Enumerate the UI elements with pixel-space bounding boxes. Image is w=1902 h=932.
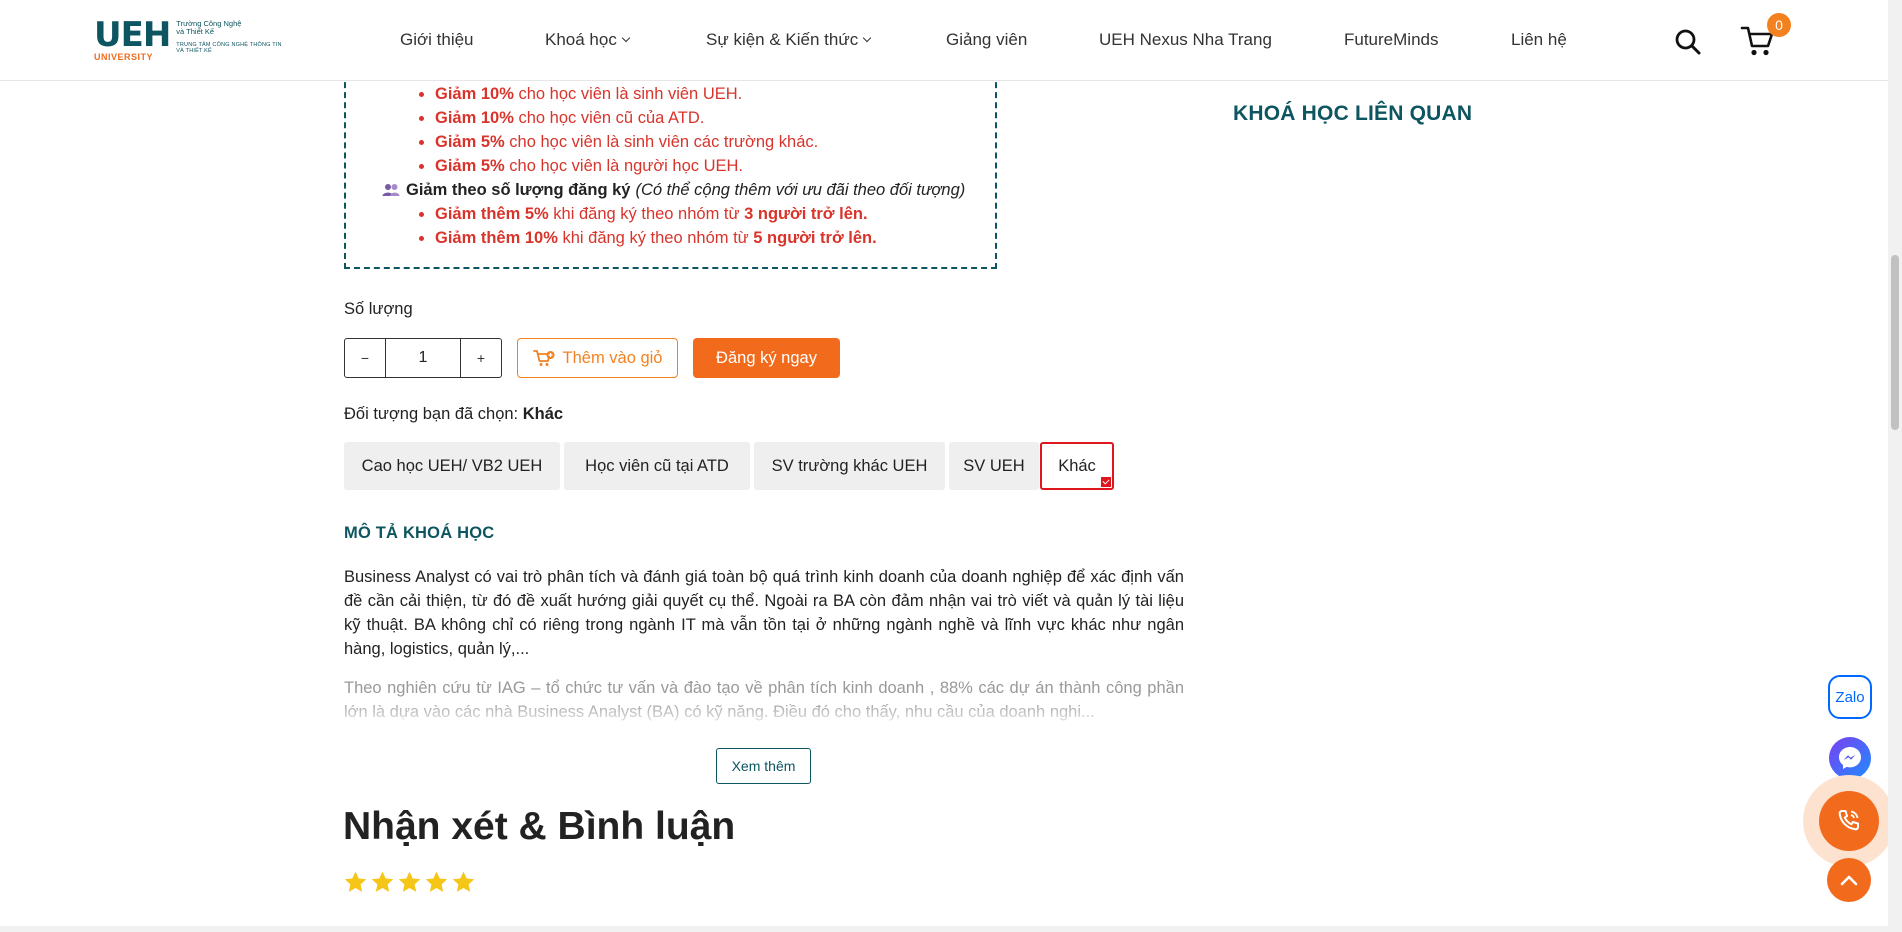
nav-label: Khoá học — [545, 30, 617, 49]
audience-option[interactable]: SV UEH — [949, 442, 1039, 490]
add-to-cart-button[interactable]: Thêm vào giỏ — [517, 338, 678, 378]
star-icon[interactable] — [370, 870, 395, 895]
phone-icon[interactable] — [1819, 791, 1879, 851]
description-title: MÔ TẢ KHOÁ HỌC — [344, 524, 495, 542]
promo-item: Giảm 10% cho học viên cũ của ATD. — [435, 106, 995, 130]
vertical-scrollbar[interactable] — [1888, 0, 1902, 932]
zalo-chat-button[interactable]: Zalo — [1828, 675, 1872, 719]
nav-label: Sự kiện & Kiến thức — [706, 30, 859, 49]
search-icon[interactable] — [1674, 28, 1702, 56]
promo-item-bold: Giảm 5% — [435, 133, 505, 151]
nav-label: FutureMinds — [1344, 30, 1439, 49]
nav-label: Giới thiệu — [400, 30, 474, 49]
quantity-stepper: − 1 + — [344, 338, 502, 378]
promo-item-bold: 3 người trở lên. — [744, 205, 868, 223]
promo-item: Giảm 5% cho học viên là sinh viên các tr… — [435, 130, 995, 154]
nav-item-giang-vien[interactable]: Giảng viên — [946, 30, 1027, 50]
chevron-down-icon — [621, 33, 631, 43]
see-more-button[interactable]: Xem thêm — [716, 748, 811, 784]
promo-item-bold: Giảm 5% — [435, 157, 505, 175]
promo-item-text: khi đăng ký theo nhóm từ — [548, 205, 745, 223]
logo-main-text: UEH — [94, 15, 171, 55]
selected-audience-value: Khác — [522, 405, 564, 423]
messenger-icon[interactable] — [1829, 737, 1871, 779]
nav-item-su-kien[interactable]: Sự kiện & Kiến thức — [706, 30, 872, 50]
nav-item-nexus[interactable]: UEH Nexus Nha Trang — [1099, 30, 1272, 50]
audience-option[interactable]: Học viên cũ tại ATD — [564, 442, 750, 490]
promo-item: Giảm thêm 5% khi đăng ký theo nhóm từ 3 … — [435, 202, 995, 226]
promo-box: Giảm 10% cho học viên là sinh viên UEH. … — [344, 62, 997, 269]
quantity-decrease-button[interactable]: − — [345, 339, 385, 377]
reviews-title: Nhận xét & Bình luận — [343, 805, 736, 848]
audience-option[interactable]: Cao học UEH/ VB2 UEH — [344, 442, 560, 490]
nav-item-lien-he[interactable]: Liên hệ — [1511, 30, 1567, 50]
nav-label: UEH Nexus Nha Trang — [1099, 30, 1272, 49]
promo-item-bold: Giảm thêm 5% — [435, 205, 549, 223]
star-icon[interactable] — [343, 870, 368, 895]
selected-audience-line: Đối tượng bạn đã chọn: Khác — [344, 405, 563, 424]
scrollbar-thumb[interactable] — [1891, 255, 1899, 430]
promo-item: Giảm thêm 10% khi đăng ký theo nhóm từ 5… — [435, 226, 995, 250]
chevron-up-icon[interactable] — [1827, 858, 1871, 902]
checkmark-icon — [1101, 477, 1111, 487]
horizontal-scrollbar[interactable] — [0, 926, 1888, 932]
promo-list-group: Giảm thêm 5% khi đăng ký theo nhóm từ 3 … — [382, 202, 995, 250]
nav-item-gioi-thieu[interactable]: Giới thiệu — [400, 30, 474, 50]
promo-item-bold: 5 người trở lên. — [753, 229, 877, 247]
rating-stars[interactable] — [343, 870, 478, 895]
quantity-label: Số lượng — [344, 300, 413, 318]
promo-group-title: Giảm theo số lượng đăng ký — [406, 181, 631, 199]
cart-add-icon — [532, 350, 555, 366]
ueh-logo[interactable]: UEH UNIVERSITY Trường Công Nghệ và Thiết… — [94, 18, 290, 62]
star-icon[interactable] — [424, 870, 449, 895]
promo-group-heading: Giảm theo số lượng đăng ký (Có thể cộng … — [382, 178, 995, 202]
promo-item-bold: Giảm 10% — [435, 109, 514, 127]
audience-option-selected[interactable]: Khác — [1040, 442, 1114, 490]
logo-side-line3: TRUNG TÂM CÔNG NGHỆ THÔNG TIN VÀ THIẾT K… — [176, 41, 282, 54]
quantity-input[interactable]: 1 — [385, 339, 461, 377]
promo-item-text: khi đăng ký theo nhóm từ — [557, 229, 754, 247]
promo-item-bold: Giảm 10% — [435, 85, 514, 103]
nav-item-futureminds[interactable]: FutureMinds — [1344, 30, 1438, 50]
star-icon[interactable] — [397, 870, 422, 895]
promo-list-audience: Giảm 10% cho học viên là sinh viên UEH. … — [382, 82, 995, 178]
promo-item: Giảm 5% cho học viên là người học UEH. — [435, 154, 995, 178]
chevron-down-icon — [862, 33, 872, 43]
add-to-cart-label: Thêm vào giỏ — [562, 348, 663, 367]
description-paragraph: Business Analyst có vai trò phân tích và… — [344, 568, 1184, 658]
audience-option-label: Khác — [1058, 456, 1096, 475]
nav-label: Liên hệ — [1511, 30, 1567, 49]
star-icon[interactable] — [451, 870, 476, 895]
description-fade-overlay — [344, 700, 1184, 726]
promo-item: Giảm 10% cho học viên là sinh viên UEH. — [435, 82, 995, 106]
selected-audience-label: Đối tượng bạn đã chọn: — [344, 405, 523, 423]
logo-side-line2: và Thiết Kế — [176, 27, 215, 37]
site-header: UEH UNIVERSITY Trường Công Nghệ và Thiết… — [0, 0, 1888, 81]
register-now-button[interactable]: Đăng ký ngay — [693, 338, 840, 378]
nav-item-khoa-hoc[interactable]: Khoá học — [545, 30, 631, 50]
audience-option[interactable]: SV trường khác UEH — [754, 442, 945, 490]
promo-item-text: cho học viên cũ của ATD. — [513, 109, 705, 127]
promo-item-text: cho học viên là sinh viên UEH. — [513, 85, 743, 103]
quantity-increase-button[interactable]: + — [461, 339, 501, 377]
promo-item-text: cho học viên là người học UEH. — [504, 157, 744, 175]
logo-sub-text: UNIVERSITY — [94, 52, 154, 62]
group-users-icon — [382, 184, 400, 196]
nav-label: Giảng viên — [946, 30, 1028, 49]
promo-item-text: cho học viên là sinh viên các trường khá… — [504, 133, 819, 151]
promo-item-bold: Giảm thêm 10% — [435, 229, 558, 247]
promo-group-note: (Có thể cộng thêm với ưu đãi theo đối tư… — [635, 181, 966, 199]
cart-count-badge: 0 — [1767, 13, 1791, 37]
zalo-label: Zalo — [1835, 688, 1865, 706]
related-courses-title: KHOÁ HỌC LIÊN QUAN — [1233, 102, 1473, 125]
